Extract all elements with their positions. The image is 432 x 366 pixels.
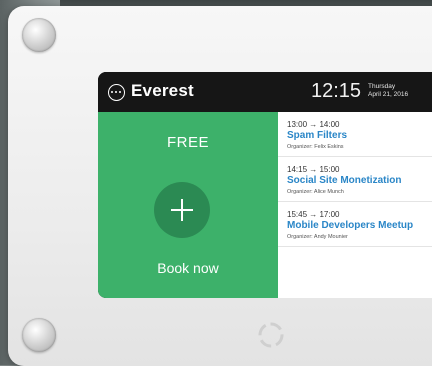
event-organizer: Organizer: Felix Eskins — [287, 144, 344, 150]
event-title: Spam Filters — [287, 130, 348, 141]
book-now-button[interactable] — [154, 182, 210, 238]
event-time: 15:45 → 17:00 — [287, 210, 340, 219]
top-bar: Everest 12:15 Thursday April 21, 2016 — [98, 72, 432, 112]
current-weekday: Thursday — [368, 83, 396, 90]
brand-logo-icon — [258, 322, 284, 348]
event-item[interactable]: 13:00 → 14:00 Spam Filters Organizer: Fe… — [278, 112, 432, 157]
event-time: 13:00 → 14:00 — [287, 120, 340, 129]
event-item[interactable]: 15:45 → 17:00 Mobile Developers Meetup O… — [278, 202, 432, 247]
plus-icon-stroke — [181, 199, 183, 221]
schedule-list: 13:00 → 14:00 Spam Filters Organizer: Fe… — [278, 112, 432, 298]
event-organizer: Organizer: Alice Munch — [287, 189, 344, 195]
room-name: Everest — [131, 81, 194, 100]
book-now-label[interactable]: Book now — [98, 260, 278, 276]
current-date: April 21, 2016 — [368, 91, 409, 98]
event-organizer: Organizer: Andy Mounier — [287, 234, 348, 240]
mount-screw-bottom — [22, 318, 56, 352]
event-item[interactable]: 14:15 → 15:00 Social Site Monetization O… — [278, 157, 432, 202]
mount-screw-top — [22, 18, 56, 52]
event-title: Social Site Monetization — [287, 175, 402, 186]
more-options-icon[interactable] — [108, 84, 125, 101]
event-title: Mobile Developers Meetup — [287, 220, 414, 231]
availability-status: FREE — [166, 134, 209, 151]
room-display-screen: Everest 12:15 Thursday April 21, 2016 FR… — [98, 72, 432, 298]
event-time: 14:15 → 15:00 — [287, 165, 340, 174]
current-time: 12:15 — [311, 80, 362, 102]
room-status-panel: FREE Book now — [98, 112, 278, 298]
